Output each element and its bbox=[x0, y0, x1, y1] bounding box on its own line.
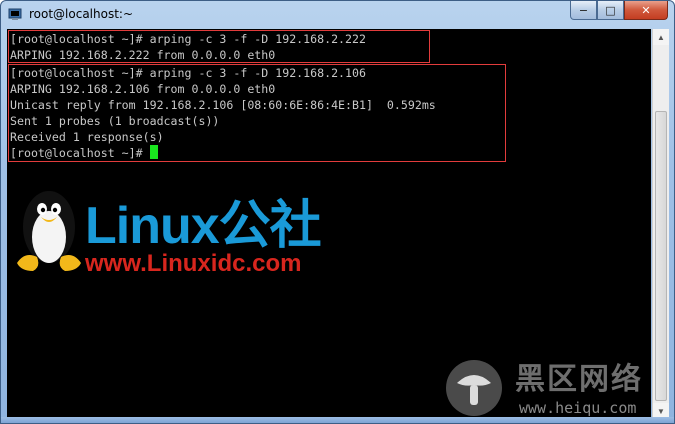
linuxidc-url-text: www.Linuxidc.com bbox=[84, 250, 301, 277]
arrow-down-icon: ▼ bbox=[657, 406, 665, 416]
heiqu-url-text: www.heiqu.com bbox=[519, 399, 636, 417]
scroll-up-button[interactable]: ▲ bbox=[653, 29, 669, 45]
linuxidc-watermark: Linux公社 www.Linuxidc.com bbox=[17, 191, 322, 277]
window-title: root@localhost:~ bbox=[29, 7, 134, 21]
maximize-button[interactable]: □ bbox=[597, 1, 624, 20]
linux-brand-text: Linux公社 bbox=[85, 197, 321, 255]
vertical-scrollbar[interactable]: ▲ ▼ bbox=[652, 29, 669, 419]
window-bottom-border bbox=[1, 417, 674, 423]
highlight-box-second-command bbox=[8, 64, 506, 162]
arrow-up-icon: ▲ bbox=[657, 32, 665, 42]
title-bar[interactable]: root@localhost:~ − □ ✕ bbox=[1, 1, 674, 29]
terminal-output[interactable]: [root@localhost ~]# arping -c 3 -f -D 19… bbox=[7, 29, 651, 419]
minimize-button[interactable]: − bbox=[570, 1, 597, 20]
window-controls: − □ ✕ bbox=[570, 1, 668, 21]
heiqu-brand-text: 黑区网络 bbox=[515, 362, 643, 397]
highlight-box-first-command bbox=[8, 30, 430, 63]
terminal-window: root@localhost:~ − □ ✕ [root@localhost ~… bbox=[0, 0, 675, 424]
scroll-thumb[interactable] bbox=[655, 111, 667, 401]
close-button[interactable]: ✕ bbox=[624, 1, 668, 20]
putty-terminal-icon[interactable] bbox=[8, 7, 22, 21]
tux-penguin-icon bbox=[17, 191, 81, 271]
heiqu-watermark: 黑区网络 www.heiqu.com bbox=[446, 360, 643, 417]
